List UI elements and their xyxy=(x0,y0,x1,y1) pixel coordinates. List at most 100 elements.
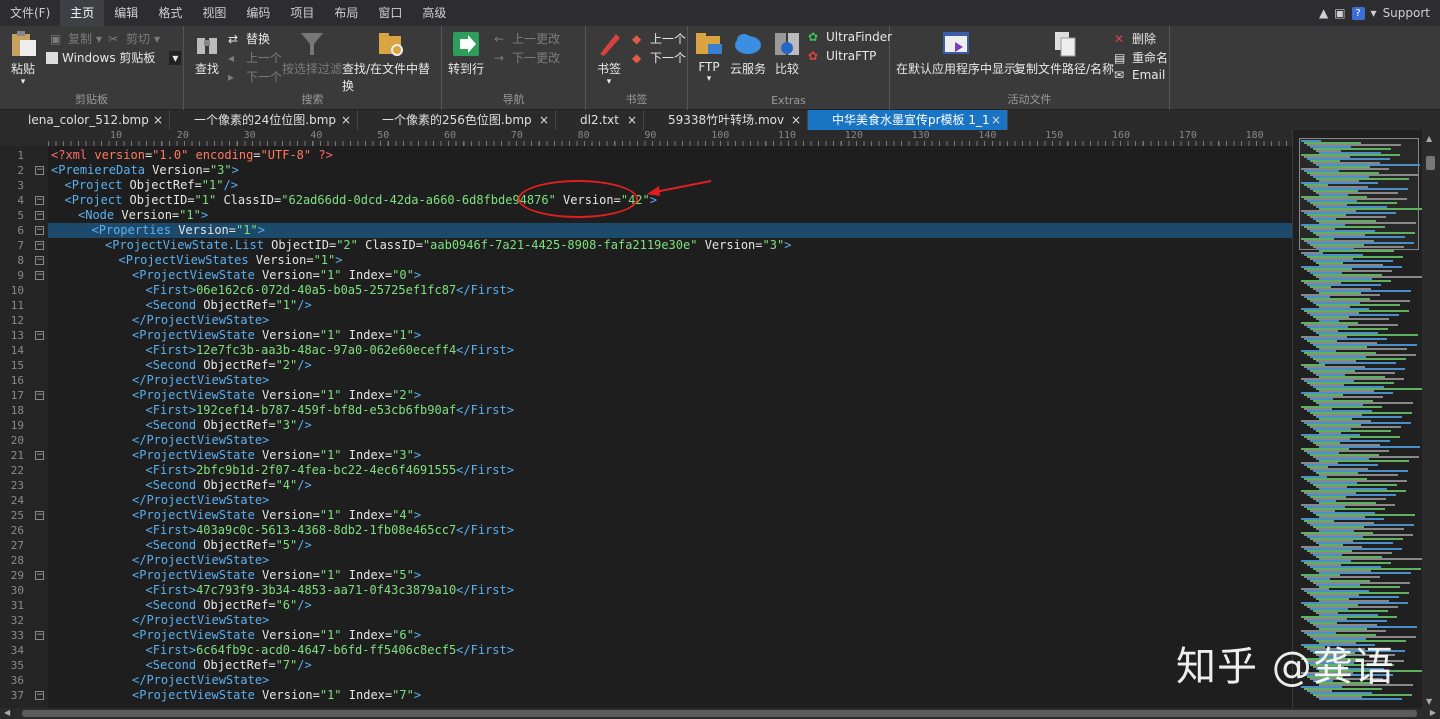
goto-line-button[interactable]: 转到行 xyxy=(448,30,484,77)
menu-item-8[interactable]: 窗口 xyxy=(368,0,412,26)
copy-button[interactable]: ▣ 复制 ▾ xyxy=(50,30,102,47)
close-icon[interactable]: × xyxy=(153,110,163,130)
horizontal-scrollbar[interactable]: ◀ ▶ xyxy=(0,708,1440,719)
code-line[interactable]: <Second ObjectRef="3"/> xyxy=(48,418,1292,433)
code-line[interactable]: </ProjectViewState> xyxy=(48,493,1292,508)
scroll-down-icon[interactable]: ▼ xyxy=(1426,697,1432,706)
menu-item-4[interactable]: 视图 xyxy=(192,0,236,26)
scroll-up-icon[interactable]: ▲ xyxy=(1426,134,1432,143)
menu-item-5[interactable]: 编码 xyxy=(236,0,280,26)
email-button[interactable]: ✉ Email xyxy=(1114,68,1165,82)
tab-2[interactable]: 一个像素的256色位图.bmp × xyxy=(358,110,556,130)
code-line[interactable]: </ProjectViewState> xyxy=(48,673,1292,688)
windows-clipboard-select[interactable]: Windows 剪贴板 ▾ xyxy=(46,49,182,66)
code-line[interactable]: <Second ObjectRef="5"/> xyxy=(48,538,1292,553)
code-line[interactable]: <ProjectViewState Version="1" Index="7"> xyxy=(48,688,1292,703)
fold-toggle[interactable]: − xyxy=(35,631,44,640)
close-icon[interactable]: × xyxy=(991,110,1001,130)
menu-item-7[interactable]: 布局 xyxy=(324,0,368,26)
find-next-button[interactable]: ▸ 下一个 xyxy=(228,68,282,85)
compare-button[interactable]: 比较 xyxy=(772,30,802,77)
code-line[interactable]: <Second ObjectRef="6"/> xyxy=(48,598,1292,613)
code-line[interactable]: <Properties Version="1"> xyxy=(48,223,1292,238)
code-line[interactable]: <First>12e7fc3b-aa3b-48ac-97a0-062e60ece… xyxy=(48,343,1292,358)
prev-change-button[interactable]: ← 上一更改 xyxy=(494,30,560,47)
menu-item-3[interactable]: 格式 xyxy=(148,0,192,26)
code-line[interactable]: <First>6c64fb9c-acd0-4647-b6fd-ff5406c8e… xyxy=(48,643,1292,658)
fold-toggle[interactable]: − xyxy=(35,391,44,400)
fold-toggle[interactable]: − xyxy=(35,196,44,205)
fold-toggle[interactable]: − xyxy=(35,331,44,340)
horizontal-scroll-thumb[interactable] xyxy=(22,710,1417,717)
arrows-icon[interactable]: ▲ xyxy=(1319,6,1328,20)
rename-button[interactable]: ▤ 重命名 xyxy=(1114,49,1168,66)
code-line[interactable]: <ProjectViewState Version="1" Index="6"> xyxy=(48,628,1292,643)
fold-toggle[interactable]: − xyxy=(35,166,44,175)
code-line[interactable]: <Second ObjectRef="2"/> xyxy=(48,358,1292,373)
code-line[interactable]: </ProjectViewState> xyxy=(48,613,1292,628)
menu-item-2[interactable]: 编辑 xyxy=(104,0,148,26)
menu-item-0[interactable]: 文件(F) xyxy=(0,0,60,26)
code-line[interactable]: <ProjectViewStates Version="1"> xyxy=(48,253,1292,268)
find-button[interactable]: 查找 xyxy=(192,30,222,77)
code-line[interactable]: <Node Version="1"> xyxy=(48,208,1292,223)
bookmark-prev-button[interactable]: ◆ 上一个 xyxy=(632,30,686,47)
fold-toggle[interactable]: − xyxy=(35,571,44,580)
code-line[interactable]: </ProjectViewState> xyxy=(48,553,1292,568)
filter-button[interactable]: 按选择过滤 xyxy=(282,30,342,77)
fold-toggle[interactable]: − xyxy=(35,256,44,265)
code-line[interactable]: <ProjectViewState.List ObjectID="2" Clas… xyxy=(48,238,1292,253)
tab-1[interactable]: 一个像素的24位位图.bmp × xyxy=(170,110,358,130)
copy-path-button[interactable]: 复制文件路径/名称 xyxy=(1014,30,1114,77)
cloud-services-button[interactable]: 云服务 xyxy=(730,30,766,77)
fold-toggle[interactable]: − xyxy=(35,511,44,520)
close-icon[interactable]: × xyxy=(791,110,801,130)
code-line[interactable]: <Second ObjectRef="7"/> xyxy=(48,658,1292,673)
cut-button[interactable]: ✂ 剪切 ▾ xyxy=(108,30,160,47)
close-icon[interactable]: × xyxy=(539,110,549,130)
ftp-button[interactable]: FTP ▾ xyxy=(694,30,724,84)
ultrafinder-button[interactable]: ✿ UltraFinder xyxy=(808,30,892,44)
code-line[interactable]: <ProjectViewState Version="1" Index="0"> xyxy=(48,268,1292,283)
tab-3[interactable]: dl2.txt × xyxy=(556,110,644,130)
next-change-button[interactable]: → 下一更改 xyxy=(494,49,560,66)
bookmark-button[interactable]: 书签 ▾ xyxy=(594,30,624,87)
delete-button[interactable]: ✕ 删除 xyxy=(1114,30,1156,47)
scroll-right-icon[interactable]: ▶ xyxy=(1430,708,1436,717)
window-icon[interactable]: ▣ xyxy=(1334,6,1345,20)
find-prev-button[interactable]: ◂ 上一个 xyxy=(228,49,282,66)
code-line[interactable]: <ProjectViewState Version="1" Index="5"> xyxy=(48,568,1292,583)
tab-4[interactable]: 59338竹叶转场.mov × xyxy=(644,110,808,130)
menu-item-6[interactable]: 项目 xyxy=(280,0,324,26)
code-line[interactable]: </ProjectViewState> xyxy=(48,313,1292,328)
fold-toggle[interactable]: − xyxy=(35,271,44,280)
fold-toggle[interactable]: − xyxy=(35,226,44,235)
support-link[interactable]: Support xyxy=(1383,6,1430,20)
code-line[interactable]: <First>47c793f9-3b34-4853-aa71-0f43c3879… xyxy=(48,583,1292,598)
menu-item-1[interactable]: 主页 xyxy=(60,0,105,26)
help-icon[interactable]: ? xyxy=(1351,6,1365,20)
code-line[interactable]: <ProjectViewState Version="1" Index="4"> xyxy=(48,508,1292,523)
close-icon[interactable]: × xyxy=(341,110,351,130)
bookmark-next-button[interactable]: ◆ 下一个 xyxy=(632,49,686,66)
code-line[interactable]: </ProjectViewState> xyxy=(48,373,1292,388)
code-editor[interactable]: <?xml version="1.0" encoding="UTF-8" ?> <… xyxy=(48,146,1292,708)
code-line[interactable]: <First>192cef14-b787-459f-bf8d-e53cb6fb9… xyxy=(48,403,1292,418)
line-number-gutter[interactable]: 1 2−3 4−5−6−7−8−9−10 11 12 13−14 15 16 17−18 19 20… xyxy=(0,146,48,708)
fold-toggle[interactable]: − xyxy=(35,691,44,700)
find-in-files-button[interactable]: 查找/在文件中替换 xyxy=(342,30,441,94)
fold-toggle[interactable]: − xyxy=(35,241,44,250)
ultraftp-button[interactable]: ✿ UltraFTP xyxy=(808,49,876,63)
code-line[interactable]: <First>2bfc9b1d-2f07-4fea-bc22-4ec6f4691… xyxy=(48,463,1292,478)
code-line[interactable]: <ProjectViewState Version="1" Index="1"> xyxy=(48,328,1292,343)
close-icon[interactable]: × xyxy=(627,110,637,130)
code-line[interactable]: <?xml version="1.0" encoding="UTF-8" ?> xyxy=(48,148,1292,163)
fold-toggle[interactable]: − xyxy=(35,211,44,220)
code-line[interactable]: <First>403a9c0c-5613-4368-8db2-1fb08e465… xyxy=(48,523,1292,538)
tab-5[interactable]: 中华美食水墨宣传pr模板 1_1 × xyxy=(808,110,1008,130)
scroll-left-icon[interactable]: ◀ xyxy=(4,708,10,717)
vertical-scroll-thumb[interactable] xyxy=(1426,156,1435,170)
code-line[interactable]: <ProjectViewState Version="1" Index="2"> xyxy=(48,388,1292,403)
show-in-default-app-button[interactable]: 在默认应用程序中显示 xyxy=(896,30,1016,77)
code-line[interactable]: <Second ObjectRef="1"/> xyxy=(48,298,1292,313)
